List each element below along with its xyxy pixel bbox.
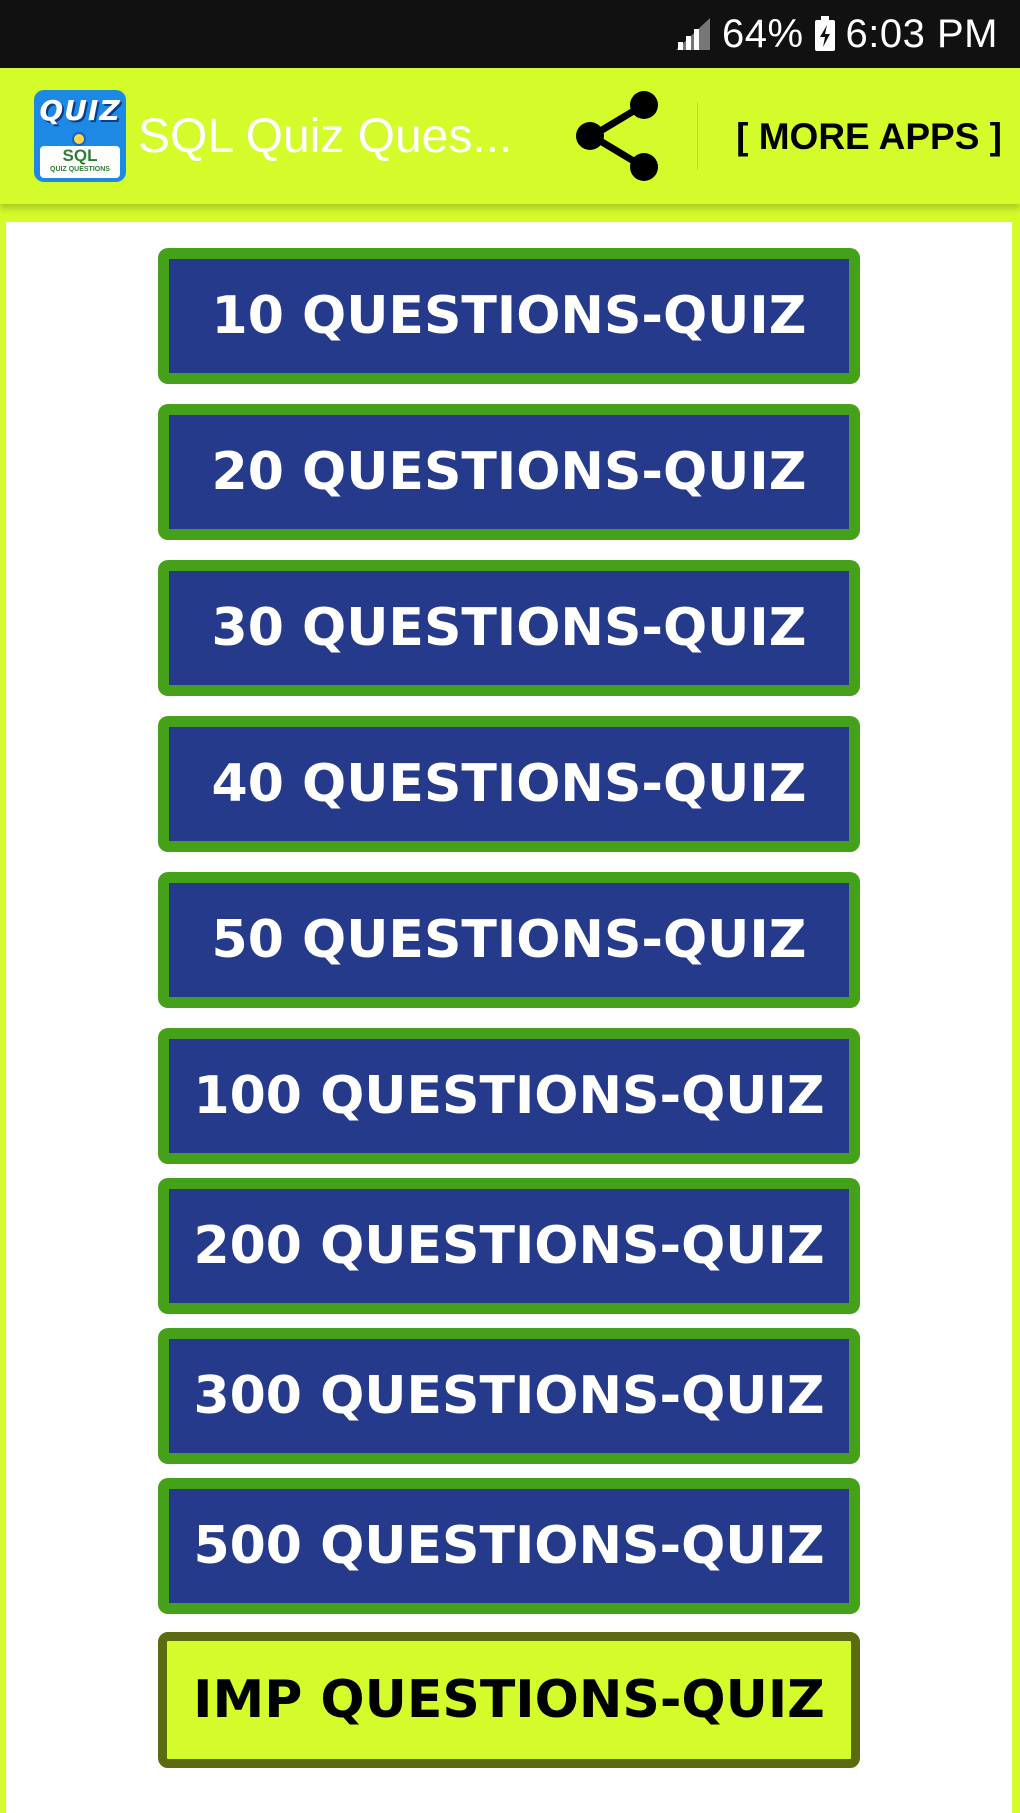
quiz-500-button[interactable]: 500 QUESTIONS-QUIZ (158, 1478, 860, 1614)
quiz-20-button[interactable]: 20 QUESTIONS-QUIZ (158, 404, 860, 540)
status-bar: 64% 6:03 PM (0, 0, 1020, 68)
quiz-10-button[interactable]: 10 QUESTIONS-QUIZ (158, 248, 860, 384)
more-apps-button[interactable]: [ MORE APPS ] (720, 114, 1002, 160)
battery-icon (814, 16, 835, 51)
share-icon (576, 91, 658, 181)
quiz-40-button[interactable]: 40 QUESTIONS-QUIZ (158, 716, 860, 852)
clock: 6:03 PM (845, 11, 998, 56)
app-title: SQL Quiz Ques... (138, 110, 513, 163)
app-bar-divider (697, 102, 698, 170)
logo-sub-text: QUIZ QUESTIONS (50, 166, 110, 173)
quiz-50-button[interactable]: 50 QUESTIONS-QUIZ (158, 872, 860, 1008)
share-button[interactable] (566, 88, 666, 184)
quiz-30-button[interactable]: 30 QUESTIONS-QUIZ (158, 560, 860, 696)
app-logo: QUIZ SQL QUIZ QUESTIONS (34, 90, 126, 182)
signal-icon (675, 18, 710, 50)
quiz-imp-button[interactable]: IMP QUESTIONS-QUIZ (158, 1632, 860, 1768)
app-bar: QUIZ SQL QUIZ QUESTIONS SQL Quiz Ques...… (0, 68, 1020, 204)
quiz-100-button[interactable]: 100 QUESTIONS-QUIZ (158, 1028, 860, 1164)
logo-emblem-icon (72, 132, 86, 146)
logo-quiz-text: QUIZ (39, 94, 121, 127)
quiz-300-button[interactable]: 300 QUESTIONS-QUIZ (158, 1328, 860, 1464)
status-indicators: 64% 6:03 PM (674, 10, 998, 58)
battery-percent: 64% (721, 11, 804, 56)
logo-card: SQL QUIZ QUESTIONS (40, 146, 120, 178)
logo-sql-text: SQL (62, 146, 98, 165)
quiz-200-button[interactable]: 200 QUESTIONS-QUIZ (158, 1178, 860, 1314)
